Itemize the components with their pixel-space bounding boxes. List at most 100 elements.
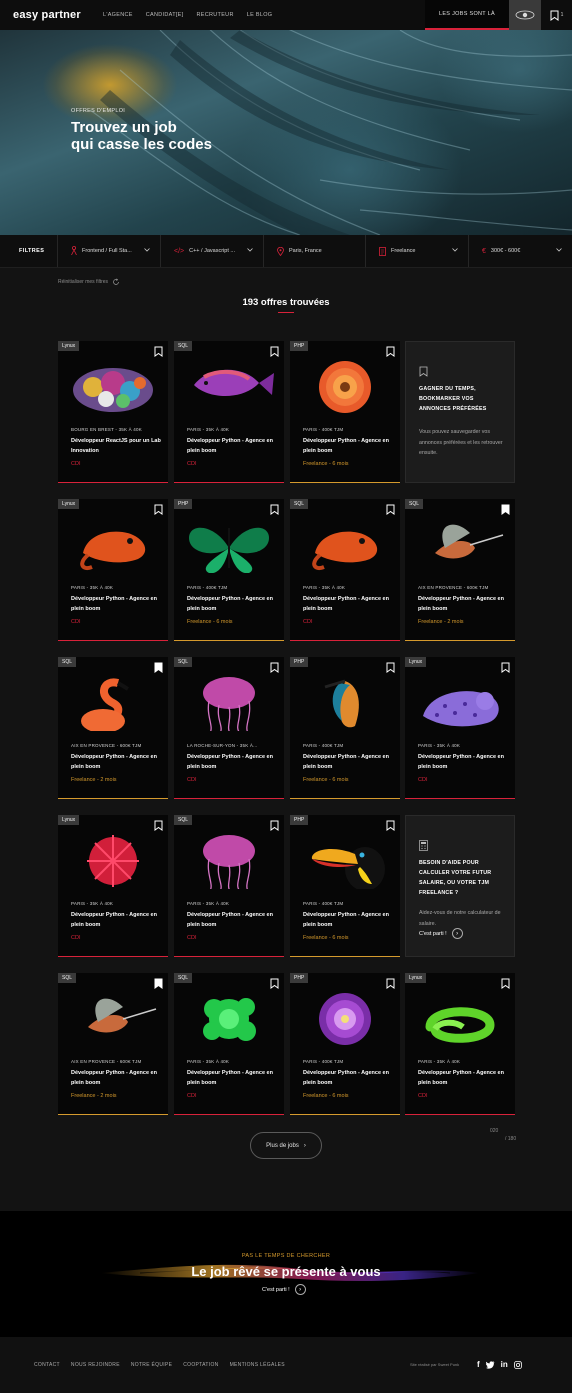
bookmark-icon[interactable]: [154, 978, 163, 989]
band-cta-label: C'est parti !: [262, 1286, 290, 1293]
bookmark-icon[interactable]: [386, 662, 395, 673]
bookmark-icon[interactable]: [501, 662, 510, 673]
nav-link-blog[interactable]: LE BLOG: [247, 12, 273, 18]
job-card[interactable]: Lynux PARIS - 35K À 40K Développeur Python…: [405, 657, 515, 799]
band-cta[interactable]: C'est parti ! ›: [262, 1284, 306, 1295]
job-card[interactable]: SQL PARIS - 35K À 40K Développeur Python -…: [174, 815, 284, 957]
promo-card[interactable]: GAGNER DU TEMPS, BOOKMARKER VOS ANNONCES…: [405, 341, 515, 483]
footer-link-cooptation[interactable]: COOPTATION: [183, 1362, 218, 1368]
bookmark-icon[interactable]: [270, 820, 279, 831]
reset-filters-link[interactable]: Réinitialiser mes filtres: [58, 278, 120, 286]
linkedin-icon[interactable]: in: [501, 1360, 508, 1369]
bookmark-icon[interactable]: [270, 662, 279, 673]
job-title: Développeur Python - Agence en plein boo…: [418, 1070, 504, 1086]
footer-link-join[interactable]: NOUS REJOINDRE: [71, 1362, 120, 1368]
tech-tag: SQL: [174, 973, 193, 983]
chameleon-image: [80, 531, 146, 570]
filter-salary[interactable]: € 300€ - 600€: [469, 235, 572, 267]
chevron-down-icon: [144, 248, 150, 252]
calculator-icon: [419, 840, 428, 851]
job-card[interactable]: PHP PARIS - 400€ TJM Développeur Python - …: [290, 657, 400, 799]
bookmark-icon[interactable]: [501, 978, 510, 989]
filter-job-type[interactable]: Frontend / Full Sta...: [58, 235, 161, 267]
filters-label: FILTRES: [0, 235, 58, 267]
card-accent-bar: [405, 1113, 515, 1115]
bookmark-icon[interactable]: [386, 820, 395, 831]
bookmark-icon[interactable]: [386, 346, 395, 357]
jobs-button[interactable]: LES JOBS SONT LÀ: [425, 0, 509, 30]
bookmark-icon[interactable]: [386, 504, 395, 515]
bookmark-icon[interactable]: [270, 978, 279, 989]
job-card[interactable]: Lynux PARIS - 35K À 40K Développeur Python…: [58, 499, 168, 641]
euro-icon: €: [482, 247, 486, 255]
job-card[interactable]: SQL LA ROCHE-SUR-YON - 35K À... Développeu…: [174, 657, 284, 799]
bookmark-icon[interactable]: [386, 978, 395, 989]
logo[interactable]: easy partner: [13, 9, 99, 21]
card-accent-bar: [405, 639, 515, 641]
bookmark-icon[interactable]: [270, 346, 279, 357]
red-flower-image: [87, 835, 139, 887]
facebook-icon[interactable]: f: [477, 1360, 480, 1369]
footer-link-legal[interactable]: MENTIONS LÉGALES: [230, 1362, 285, 1368]
job-card[interactable]: SQL PARIS - 35K À 40K Développeur Python -…: [174, 341, 284, 483]
job-card[interactable]: SQL PARIS - 35K À 40K Développeur Python -…: [290, 499, 400, 641]
bookmarks-button[interactable]: 1: [541, 0, 572, 30]
filter-location-label: Paris, France: [289, 248, 322, 254]
promo-text: Vous pouvez sauvegarder vos annonces pré…: [419, 429, 503, 456]
contract-type: Freelance - 2 mois: [71, 1093, 117, 1099]
filter-technology-label: C++ / Javascript ...: [189, 248, 235, 254]
bookmark-icon[interactable]: [501, 504, 510, 515]
job-card[interactable]: SQL AIX EN PROVENCE - 600€ TJM Développeur…: [58, 973, 168, 1115]
job-location: PARIS - 35K À 40K: [187, 901, 230, 906]
job-card[interactable]: SQL AIX EN PROVENCE - 600€ TJM Développeur…: [58, 657, 168, 799]
job-location: PARIS - 35K À 40K: [418, 1059, 461, 1064]
bookmark-icon[interactable]: [154, 662, 163, 673]
filter-technology[interactable]: </> C++ / Javascript ...: [161, 235, 264, 267]
job-card[interactable]: Lynux PARIS - 35K À 40K Développeur Python…: [58, 815, 168, 957]
nav-link-candidat[interactable]: CANDIDAT[E]: [146, 12, 184, 18]
contract-type: CDI: [71, 461, 81, 467]
color-powder-image: [203, 998, 256, 1041]
tech-tag: Lynux: [58, 341, 80, 351]
footer-link-contact[interactable]: CONTACT: [34, 1362, 60, 1368]
job-card[interactable]: SQL AIX EN PROVENCE - 600€ TJM Développeur…: [405, 499, 515, 641]
contract-type: CDI: [303, 619, 313, 625]
job-title: Développeur Python - Agence en plein boo…: [71, 754, 157, 770]
job-location: AIX EN PROVENCE - 600€ TJM: [71, 1059, 142, 1064]
filter-location[interactable]: Paris, France: [264, 235, 366, 267]
site-credit[interactable]: Site réalisé par Sweet Punk: [410, 1362, 459, 1367]
toucan-image: [311, 847, 385, 889]
social-links: f in: [477, 1360, 522, 1369]
bookmark-icon[interactable]: [270, 504, 279, 515]
job-title: Développeur Python - Agence en plein boo…: [418, 596, 504, 612]
job-card[interactable]: SQL PARIS - 35K À 40K Développeur Python -…: [174, 973, 284, 1115]
butterfly-image: [189, 527, 269, 573]
footer-link-team[interactable]: NOTRE ÉQUIPE: [131, 1362, 172, 1368]
contract-type: Freelance - 6 mois: [187, 619, 233, 625]
nav-link-agence[interactable]: L'AGENCE: [103, 12, 133, 18]
job-card[interactable]: PHP PARIS - 400€ TJM Développeur Python - …: [290, 973, 400, 1115]
promo-card[interactable]: BESOIN D'AIDE POUR CALCULER VOTRE FUTUR …: [405, 815, 515, 957]
twitter-icon[interactable]: [485, 1360, 495, 1369]
nav-link-recruteur[interactable]: RECRUTEUR: [196, 12, 233, 18]
bookmark-icon[interactable]: [154, 504, 163, 515]
bookmark-icon[interactable]: [154, 346, 163, 357]
job-title: Développeur Python - Agence en plein boo…: [303, 438, 389, 454]
job-card[interactable]: PHP PARIS - 400€ TJM Développeur Python - …: [290, 341, 400, 483]
top-navigation: easy partner L'AGENCE CANDIDAT[E] RECRUT…: [0, 0, 572, 30]
filter-contract[interactable]: Freelance: [366, 235, 469, 267]
job-card[interactable]: Lynux BOURG EN BREST - 35K À 40K Développe…: [58, 341, 168, 483]
contract-type: Freelance - 6 mois: [303, 461, 349, 467]
job-location: PARIS - 400€ TJM: [303, 901, 344, 906]
job-card[interactable]: Lynux PARIS - 35K À 40K Développeur Python…: [405, 973, 515, 1115]
job-location: PARIS - 400€ TJM: [187, 585, 228, 590]
eye-icon[interactable]: [509, 0, 541, 30]
promo-cta[interactable]: C'est parti ! ›: [419, 928, 463, 939]
bookmark-icon[interactable]: [154, 820, 163, 831]
results-underline: [278, 312, 294, 313]
job-card[interactable]: PHP PARIS - 400€ TJM Développeur Python - …: [174, 499, 284, 641]
instagram-icon[interactable]: [513, 1360, 522, 1369]
more-jobs-label: Plus de jobs: [266, 1142, 299, 1149]
job-card[interactable]: PHP PARIS - 400€ TJM Développeur Python - …: [290, 815, 400, 957]
more-jobs-button[interactable]: Plus de jobs ›: [250, 1132, 322, 1159]
